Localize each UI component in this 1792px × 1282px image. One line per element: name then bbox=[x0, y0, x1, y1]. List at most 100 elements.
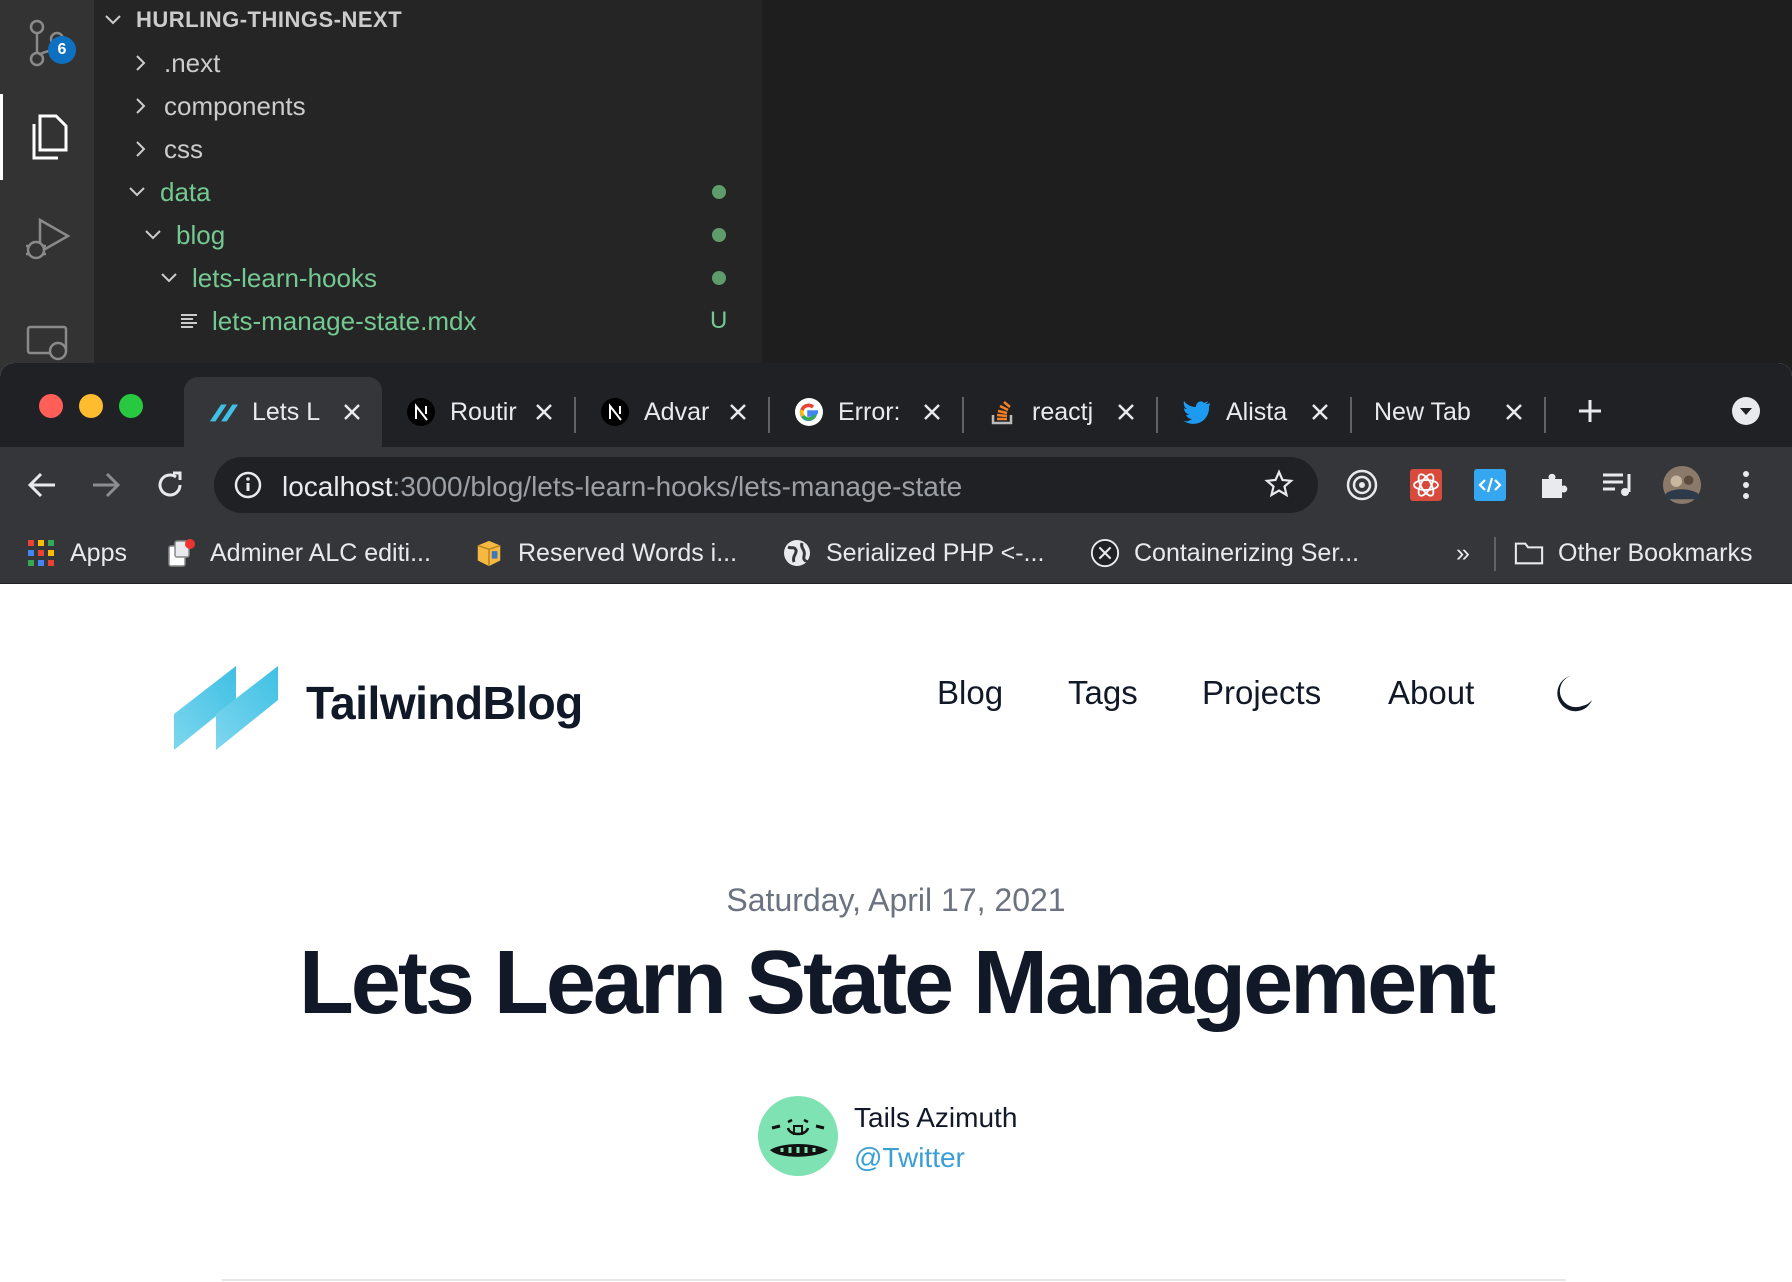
close-window-button[interactable] bbox=[39, 394, 63, 418]
author-name: Tails Azimuth bbox=[854, 1102, 1018, 1133]
close-icon[interactable] bbox=[340, 400, 364, 424]
nav-blog[interactable]: Blog bbox=[937, 674, 1003, 712]
bookmark-reserved-words[interactable]: Reserved Words i... bbox=[474, 537, 737, 569]
nav-projects[interactable]: Projects bbox=[1202, 674, 1321, 712]
address-bar[interactable]: localhost:3000/blog/lets-learn-hooks/let… bbox=[214, 457, 1318, 513]
files-icon bbox=[32, 114, 67, 160]
tab-label: New Tab bbox=[1374, 397, 1471, 426]
extension-target-button[interactable] bbox=[1342, 465, 1382, 505]
google-icon bbox=[794, 397, 824, 427]
author-twitter-link[interactable]: @Twitter bbox=[854, 1142, 965, 1174]
playlist-icon bbox=[1603, 473, 1631, 496]
explorer-root-title: HURLING-THINGS-NEXT bbox=[136, 7, 403, 32]
extension-code-button[interactable] bbox=[1470, 465, 1510, 505]
forward-button[interactable] bbox=[86, 465, 126, 505]
tree-item-label: blog bbox=[176, 219, 226, 250]
reload-icon bbox=[158, 471, 182, 497]
star-icon[interactable] bbox=[1264, 469, 1294, 504]
tab-label: Error: bbox=[838, 397, 901, 426]
info-icon[interactable] bbox=[234, 471, 262, 504]
tab-error[interactable]: Error: bbox=[770, 377, 962, 447]
arrow-left-icon bbox=[27, 472, 55, 498]
tree-item-data[interactable]: data bbox=[94, 170, 762, 214]
bookmark-adminer[interactable]: Adminer ALC editi... bbox=[166, 537, 431, 569]
extension-react-devtools-button[interactable] bbox=[1406, 465, 1446, 505]
twitter-icon bbox=[1182, 397, 1212, 427]
arrow-right-icon bbox=[93, 472, 121, 498]
tree-item-label: css bbox=[164, 133, 203, 164]
tailwind-icon bbox=[208, 397, 238, 427]
nav-tags[interactable]: Tags bbox=[1068, 674, 1138, 712]
bookmark-apps[interactable]: Apps bbox=[26, 537, 127, 569]
tab-label: Routir bbox=[450, 397, 517, 426]
bookmarks-overflow-button[interactable]: » bbox=[1456, 537, 1470, 569]
chevron-down-circle-icon bbox=[1732, 397, 1760, 425]
zoom-window-button[interactable] bbox=[119, 394, 143, 418]
content-divider bbox=[222, 1279, 1566, 1281]
media-controls-button[interactable] bbox=[1598, 465, 1638, 505]
back-button[interactable] bbox=[22, 465, 62, 505]
tree-item-lets-manage-state[interactable]: lets-manage-state.mdx U bbox=[94, 299, 762, 343]
source-control-button[interactable]: 6 bbox=[0, 0, 94, 86]
bookmark-label: Serialized PHP <-... bbox=[826, 538, 1045, 567]
new-tab-button[interactable] bbox=[1570, 391, 1610, 431]
tab-label: Advar bbox=[644, 397, 710, 426]
tab-label: Alista bbox=[1226, 397, 1288, 426]
tab-label: Lets L bbox=[252, 397, 321, 426]
site-logo[interactable] bbox=[174, 666, 280, 757]
browser-window: Lets L Routir Advar Error: reactj Alista… bbox=[0, 363, 1792, 1282]
plus-icon bbox=[1579, 400, 1601, 422]
close-icon[interactable] bbox=[726, 400, 750, 424]
adminer-icon bbox=[166, 538, 196, 568]
tab-search-button[interactable] bbox=[1726, 391, 1766, 431]
git-modified-dot bbox=[712, 271, 726, 285]
nextjs-icon bbox=[600, 397, 630, 427]
tab-lets-learn[interactable]: Lets L bbox=[184, 377, 382, 447]
explorer-button[interactable] bbox=[0, 94, 94, 180]
nav-about[interactable]: About bbox=[1388, 674, 1474, 712]
tree-item-blog[interactable]: blog bbox=[94, 213, 762, 257]
close-icon[interactable] bbox=[532, 400, 556, 424]
box-icon bbox=[474, 538, 504, 568]
close-icon[interactable] bbox=[920, 400, 944, 424]
explorer-root[interactable]: HURLING-THINGS-NEXT bbox=[94, 0, 762, 42]
more-vertical-icon bbox=[1743, 471, 1749, 499]
run-debug-button[interactable] bbox=[0, 196, 94, 282]
url-host: localhost bbox=[282, 471, 393, 502]
chevron-down-icon bbox=[158, 267, 180, 289]
tab-separator bbox=[1544, 397, 1546, 433]
tree-item-next[interactable]: .next bbox=[94, 41, 762, 85]
other-bookmarks[interactable]: Other Bookmarks bbox=[1514, 537, 1753, 569]
bookmark-label: Adminer ALC editi... bbox=[210, 538, 431, 567]
close-icon[interactable] bbox=[1114, 400, 1138, 424]
chevron-down-icon bbox=[126, 181, 148, 203]
tree-item-css[interactable]: css bbox=[94, 127, 762, 171]
chevron-right-icon bbox=[130, 138, 152, 160]
tab-new-tab[interactable]: New Tab bbox=[1352, 377, 1544, 447]
chrome-menu-button[interactable] bbox=[1726, 465, 1766, 505]
tab-routing[interactable]: Routir bbox=[382, 377, 574, 447]
activity-bar: 6 bbox=[0, 0, 94, 380]
close-icon[interactable] bbox=[1502, 400, 1526, 424]
extensions-button[interactable] bbox=[1534, 465, 1574, 505]
tab-advanced[interactable]: Advar bbox=[576, 377, 768, 447]
folder-icon bbox=[1514, 538, 1544, 568]
profile-button[interactable] bbox=[1662, 465, 1702, 505]
bookmark-serialized-php[interactable]: Serialized PHP <-... bbox=[782, 537, 1044, 569]
chevron-down-icon bbox=[102, 9, 124, 31]
theme-toggle-button[interactable] bbox=[1552, 672, 1596, 716]
tree-item-label: lets-learn-hooks bbox=[192, 262, 377, 293]
bookmark-containerizing[interactable]: Containerizing Ser... bbox=[1090, 537, 1359, 569]
bookmark-label: Apps bbox=[70, 538, 127, 567]
tab-reactjs[interactable]: reactj bbox=[964, 377, 1156, 447]
tab-twitter[interactable]: Alista bbox=[1158, 377, 1350, 447]
minimize-window-button[interactable] bbox=[79, 394, 103, 418]
site-title[interactable]: TailwindBlog bbox=[306, 676, 583, 730]
close-icon[interactable] bbox=[1308, 400, 1332, 424]
git-modified-dot bbox=[712, 185, 726, 199]
tree-item-label: components bbox=[164, 90, 306, 121]
reload-button[interactable] bbox=[150, 465, 190, 505]
nextjs-icon bbox=[406, 397, 436, 427]
tree-item-lets-learn-hooks[interactable]: lets-learn-hooks bbox=[94, 256, 762, 300]
tree-item-components[interactable]: components bbox=[94, 84, 762, 128]
